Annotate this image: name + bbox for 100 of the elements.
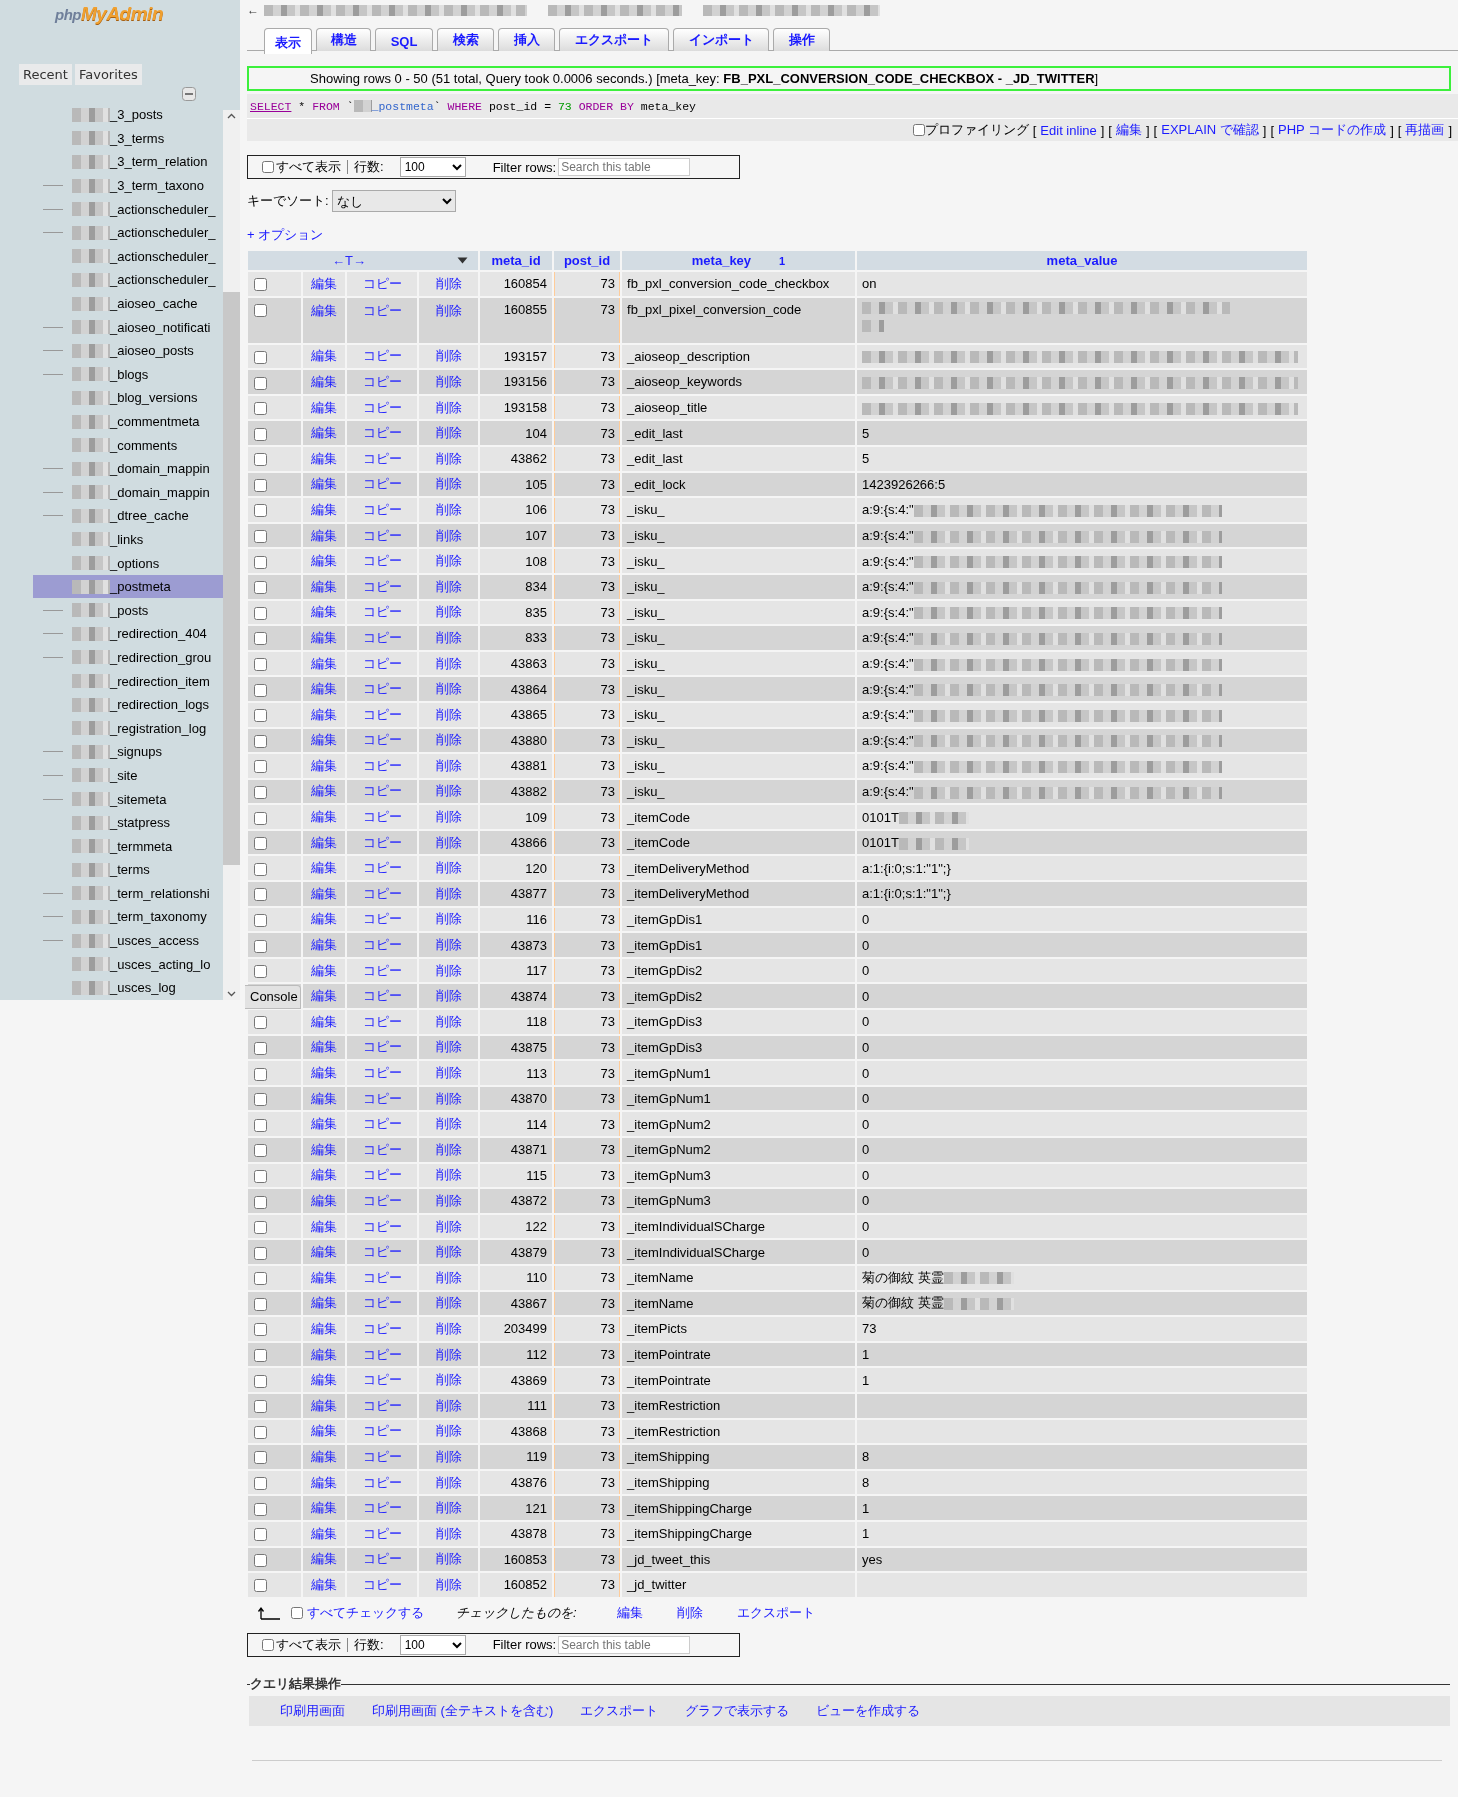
delete-link[interactable]: 削除: [435, 988, 462, 1004]
row-checkbox[interactable]: [254, 581, 267, 595]
row-checkbox[interactable]: [254, 350, 267, 364]
edit-link[interactable]: 編集: [311, 732, 337, 748]
delete-link[interactable]: 削除: [435, 1193, 462, 1208]
edit-link[interactable]: 編集: [311, 860, 337, 876]
edit-link[interactable]: 編集: [311, 578, 337, 594]
operation-link[interactable]: ビューを作成する: [816, 1701, 921, 1720]
copy-link[interactable]: コピー: [362, 302, 402, 318]
delete-link[interactable]: 削除: [435, 1167, 462, 1183]
row-checkbox[interactable]: [254, 786, 267, 799]
sidebar-table-item[interactable]: _3_term_relation: [33, 150, 223, 174]
delete-link[interactable]: 削除: [435, 911, 462, 927]
row-checkbox[interactable]: [254, 478, 267, 492]
delete-link[interactable]: 削除: [435, 1090, 462, 1106]
delete-link[interactable]: 削除: [435, 860, 462, 876]
delete-link[interactable]: 削除: [435, 450, 462, 466]
copy-link[interactable]: コピー: [362, 1141, 402, 1157]
filter-field[interactable]: Search this table: [558, 1635, 691, 1654]
row-checkbox[interactable]: [254, 760, 267, 774]
row-checkbox[interactable]: [254, 555, 267, 569]
copy-link[interactable]: コピー: [362, 1397, 402, 1413]
row-checkbox[interactable]: [254, 888, 267, 902]
edit-link[interactable]: 編集: [311, 1141, 337, 1157]
edit-link[interactable]: 編集: [311, 1244, 337, 1260]
delete-link[interactable]: 削除: [435, 1295, 462, 1311]
delete-link[interactable]: 削除: [435, 1116, 462, 1132]
delete-link[interactable]: 削除: [435, 1576, 462, 1592]
row-checkbox[interactable]: [254, 402, 267, 416]
delete-link[interactable]: 削除: [435, 885, 462, 901]
row-checkbox[interactable]: [254, 1400, 267, 1414]
row-checkbox[interactable]: [254, 683, 267, 697]
row-checkbox[interactable]: [254, 1144, 267, 1158]
delete-link[interactable]: 削除: [435, 1065, 462, 1080]
options-link[interactable]: + オプション: [247, 226, 324, 244]
row-checkbox[interactable]: [254, 1272, 267, 1286]
delete-link[interactable]: 削除: [435, 553, 462, 569]
edit-link[interactable]: 編集: [311, 1039, 337, 1055]
sidebar-table-item[interactable]: _posts: [33, 598, 223, 623]
row-checkbox[interactable]: [254, 1016, 267, 1030]
delete-link[interactable]: 削除: [435, 476, 462, 492]
rows-select[interactable]: 100: [399, 157, 466, 177]
sidebar-table-item[interactable]: _redirection_grou: [33, 645, 223, 670]
delete-link[interactable]: 削除: [435, 348, 462, 364]
back-arrow[interactable]: ←: [247, 3, 264, 17]
sidebar-table-item[interactable]: _actionscheduler_: [33, 220, 223, 245]
edit-link[interactable]: 編集: [311, 1372, 337, 1388]
row-checkbox[interactable]: [254, 632, 267, 646]
copy-link[interactable]: コピー: [362, 1423, 402, 1439]
edit-link[interactable]: 編集: [311, 1065, 337, 1080]
row-checkbox[interactable]: [254, 1553, 267, 1567]
row-checkbox[interactable]: [254, 1246, 267, 1260]
copy-link[interactable]: コピー: [362, 1065, 402, 1080]
tab[interactable]: インポート: [673, 28, 769, 51]
row-checkbox[interactable]: [254, 606, 267, 620]
copy-link[interactable]: コピー: [362, 757, 402, 773]
row-checkbox[interactable]: [254, 811, 267, 825]
sidebar-table-item[interactable]: _postmeta: [33, 574, 223, 599]
bulk-action-link[interactable]: 編集: [616, 1603, 643, 1622]
edit-link[interactable]: 編集: [311, 757, 337, 773]
caret-icon[interactable]: [457, 257, 468, 264]
delete-link[interactable]: 削除: [435, 681, 462, 697]
edit-link[interactable]: 編集: [311, 834, 337, 850]
action-link[interactable]: PHP コードの作成: [1278, 121, 1387, 139]
copy-link[interactable]: コピー: [362, 1295, 402, 1311]
edit-link[interactable]: 編集: [311, 1013, 337, 1029]
edit-link[interactable]: 編集: [311, 911, 337, 927]
sidebar-table-item[interactable]: _3_posts: [33, 103, 223, 127]
copy-link[interactable]: コピー: [362, 962, 402, 978]
delete-link[interactable]: 削除: [435, 1525, 462, 1541]
sidebar-table-item[interactable]: _redirection_404: [33, 622, 223, 646]
edit-link[interactable]: 編集: [311, 809, 337, 825]
edit-link[interactable]: 編集: [311, 1525, 337, 1541]
row-checkbox[interactable]: [254, 939, 267, 953]
row-checkbox[interactable]: [254, 1195, 267, 1209]
row-checkbox[interactable]: [254, 427, 267, 441]
sort-select[interactable]: なし: [331, 190, 456, 212]
tab[interactable]: 操作: [773, 28, 830, 51]
bulk-action-link[interactable]: エクスポート: [736, 1603, 815, 1622]
rows-select[interactable]: 100: [399, 1634, 466, 1655]
row-checkbox[interactable]: [254, 1349, 267, 1363]
row-checkbox[interactable]: [254, 1221, 267, 1235]
filter-field[interactable]: Search this table: [558, 158, 691, 176]
sidebar-table-item[interactable]: _aioseo_cache: [33, 291, 223, 316]
operation-link[interactable]: グラフで表示する: [685, 1701, 790, 1720]
edit-link[interactable]: 編集: [311, 1090, 337, 1106]
tab[interactable]: SQL: [375, 28, 433, 51]
edit-link[interactable]: 編集: [311, 302, 337, 318]
edit-link[interactable]: 編集: [311, 629, 337, 645]
profiling-checkbox[interactable]: [912, 124, 925, 136]
copy-link[interactable]: コピー: [362, 732, 402, 748]
row-checkbox[interactable]: [254, 1451, 267, 1465]
edit-link[interactable]: 編集: [311, 988, 337, 1004]
row-checkbox[interactable]: [254, 1528, 267, 1542]
sidebar-table-item[interactable]: _sitemeta: [33, 787, 223, 811]
edit-link[interactable]: 編集: [311, 1474, 337, 1490]
row-checkbox[interactable]: [254, 837, 267, 851]
copy-link[interactable]: コピー: [362, 604, 402, 620]
delete-link[interactable]: 削除: [435, 783, 462, 799]
sidebar-table-item[interactable]: _signups: [33, 740, 223, 764]
